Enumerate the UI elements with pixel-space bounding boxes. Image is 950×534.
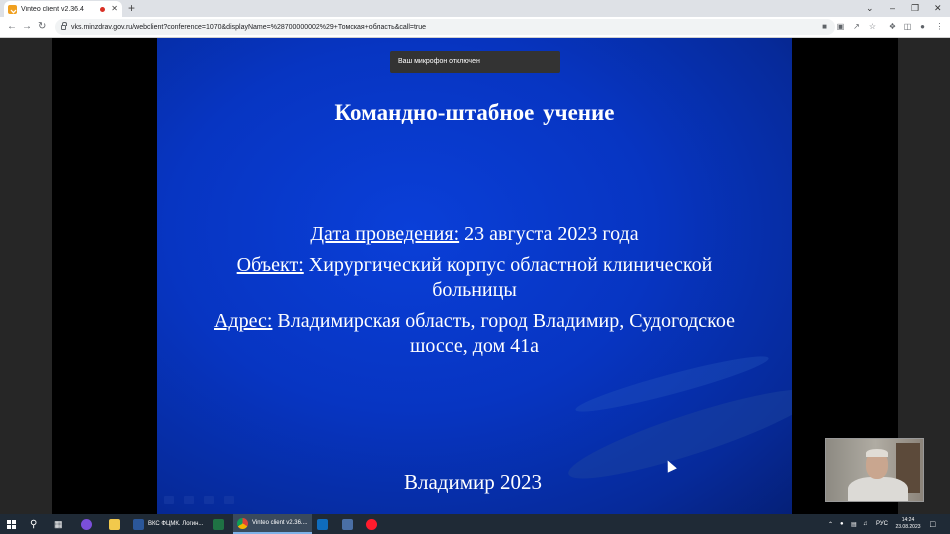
input-language[interactable]: РУС	[876, 514, 888, 534]
slide-address-line: Адрес: Владимирская область, город Влади…	[157, 309, 792, 334]
opera-icon[interactable]	[366, 514, 377, 534]
taskbar-app-label: ВКС ФЦМК. Логин...	[148, 521, 204, 527]
camera-icon[interactable]: ■	[820, 22, 829, 31]
taskbar-app-label: Vinteo client v2.36....	[252, 520, 308, 526]
taskbar-clock[interactable]: 14:24 23.08.2023	[893, 517, 923, 531]
volume-icon[interactable]: ♫	[863, 514, 868, 534]
microphone-icon[interactable]: ●	[840, 514, 844, 534]
chrome-icon	[237, 517, 248, 529]
slide-address-line-2: шоссе, дом 41а	[409, 335, 540, 357]
forward-arrow-icon[interactable]: →	[22, 20, 32, 34]
slide-object-line-2: больницы	[432, 279, 517, 301]
start-button[interactable]	[6, 519, 18, 529]
browser-toolbar: ← → ↻ vks.minzdrav.gov.ru/webclient?conf…	[0, 17, 950, 38]
tray-overflow-icon[interactable]: ⌃	[828, 514, 833, 534]
close-window-button[interactable]: ✕	[934, 2, 942, 14]
network-icon[interactable]: ▤	[851, 514, 857, 534]
vinteo-favicon-icon	[8, 4, 17, 14]
slide-date-line: Дата проведения: 23 августа 2023 года	[157, 222, 792, 247]
slideshow-toolbar[interactable]	[164, 496, 234, 504]
word-icon	[133, 518, 144, 530]
clock-date: 23.08.2023	[895, 524, 921, 530]
tab-title: Vinteo client v2.36.4	[21, 5, 84, 13]
tab-search-chevron-icon[interactable]: ⌄	[866, 2, 874, 14]
minimize-button[interactable]: –	[890, 2, 895, 14]
participant-hair	[866, 449, 888, 457]
mic-muted-notification: Ваш микрофон отключен	[390, 51, 560, 73]
tab-close-icon[interactable]: ✕	[111, 5, 118, 13]
url-text: vks.minzdrav.gov.ru/webclient?conference…	[71, 23, 427, 31]
install-app-icon[interactable]: ▣	[836, 22, 845, 31]
object-label: Объект:	[236, 254, 304, 276]
excel-icon[interactable]	[213, 514, 224, 534]
profile-avatar-icon[interactable]: ●	[918, 22, 927, 31]
task-view-icon[interactable]: ▦	[54, 514, 63, 534]
participant-body	[848, 477, 908, 501]
recording-indicator-icon	[100, 6, 106, 12]
date-label: Дата проведения:	[310, 223, 460, 245]
slide-footer: Владимир 2023	[403, 470, 542, 494]
clock-time: 14:24	[901, 517, 915, 523]
search-icon[interactable]: ⚲	[30, 514, 37, 534]
taskbar-app-word[interactable]: ВКС ФЦМК. Логин...	[129, 514, 207, 534]
new-tab-button[interactable]: +	[128, 1, 135, 15]
bookmark-star-icon[interactable]: ☆	[868, 22, 877, 31]
restore-button[interactable]: ❐	[911, 2, 919, 14]
back-arrow-icon[interactable]: ←	[7, 20, 17, 34]
address-bar[interactable]: vks.minzdrav.gov.ru/webclient?conference…	[55, 19, 835, 35]
windows-taskbar: ⚲ ▦ ВКС ФЦМК. Логин... Vinteo client v2.…	[0, 514, 950, 534]
file-explorer-icon[interactable]	[109, 514, 120, 534]
address-label: Адрес:	[213, 310, 273, 332]
slide-title: Командно-штабное учение	[334, 100, 615, 125]
side-panel-icon[interactable]: ◫	[903, 22, 912, 31]
next-slide-icon[interactable]	[224, 496, 234, 504]
prev-slide-icon[interactable]	[164, 496, 174, 504]
lock-icon	[61, 21, 67, 30]
browser-tabstrip: Vinteo client v2.36.4 ✕ + ⌄ – ❐ ✕	[0, 0, 950, 17]
extensions-puzzle-icon[interactable]: ❖	[888, 22, 897, 31]
outlook-icon[interactable]	[317, 514, 328, 534]
notification-center-icon[interactable]: □	[930, 514, 935, 534]
reload-icon[interactable]: ↻	[38, 20, 46, 34]
remote-desktop-icon[interactable]	[342, 514, 353, 534]
presentation-slide: Командно-штабное учение Дата проведения:…	[157, 38, 792, 514]
self-view-video[interactable]	[825, 438, 924, 502]
slide-menu-icon[interactable]	[204, 496, 214, 504]
object-value: Хирургический корпус областной клиническ…	[303, 254, 713, 276]
share-icon[interactable]: ↗	[852, 22, 861, 31]
taskbar-app-chrome[interactable]: Vinteo client v2.36....	[233, 514, 312, 534]
slide-object-line: Объект: Хирургический корпус областной к…	[157, 253, 792, 278]
browser-tab[interactable]: Vinteo client v2.36.4 ✕	[4, 1, 122, 17]
browser-menu-icon[interactable]: ⋮	[935, 22, 944, 31]
address-value: Владимирская область, город Владимир, Су…	[272, 310, 735, 332]
assistant-app-icon[interactable]	[81, 514, 92, 534]
date-value: 23 августа 2023 года	[459, 223, 639, 245]
pen-icon[interactable]	[184, 496, 194, 504]
